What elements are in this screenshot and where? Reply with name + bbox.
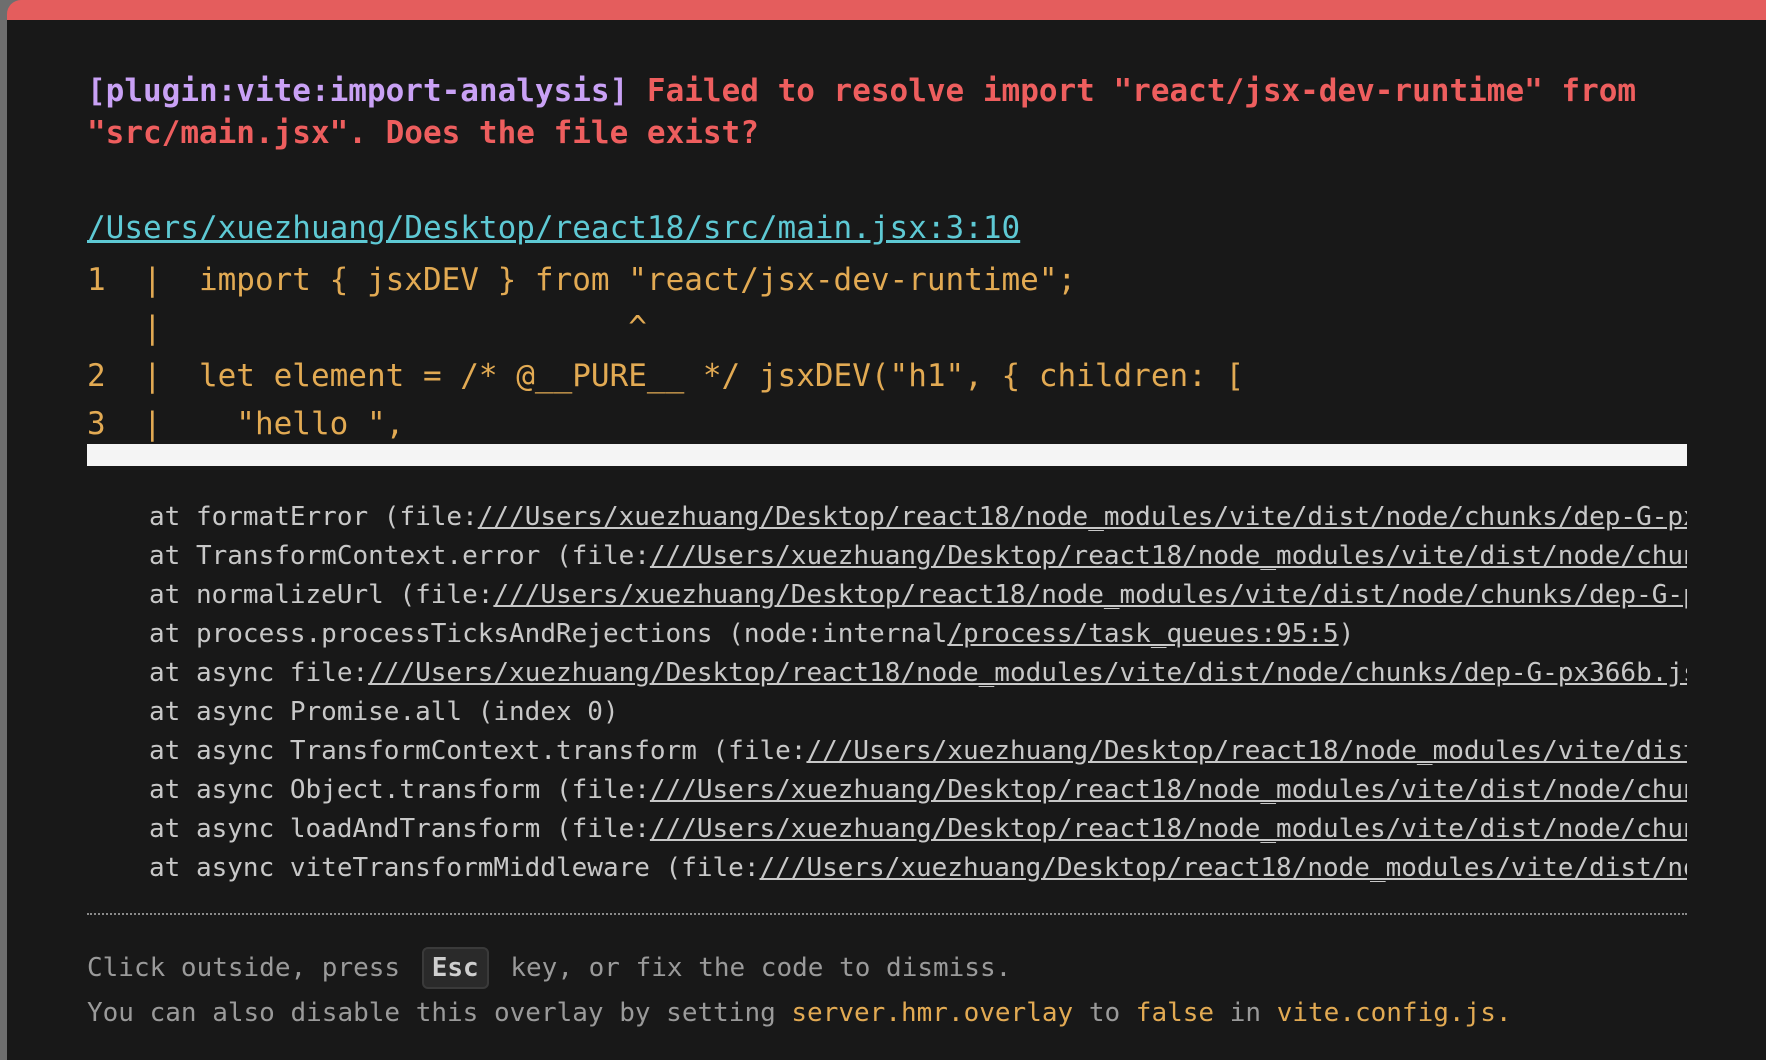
stack-line-text: at formatError (file: — [149, 502, 478, 532]
stack-line: at TransformContext.error (file:///Users… — [87, 537, 1687, 576]
tip-text: to — [1073, 998, 1136, 1028]
config-value-code: false — [1135, 998, 1215, 1028]
stack-line: at async Object.transform (file:///Users… — [87, 771, 1687, 810]
stack-line-text: at normalizeUrl (file: — [149, 580, 494, 610]
esc-key-badge: Esc — [421, 947, 489, 989]
stack-line-link[interactable]: ///Users/xuezhuang/Desktop/react18/node_… — [478, 502, 1687, 532]
stack-line: at normalizeUrl (file:///Users/xuezhuang… — [87, 576, 1687, 615]
stack-line: at async loadAndTransform (file:///Users… — [87, 810, 1687, 849]
stack-line-link[interactable]: ///Users/xuezhuang/Desktop/react18/node_… — [650, 541, 1687, 571]
stack-line-link[interactable]: /process/task_queues:95:5 — [947, 619, 1338, 649]
tip-text: You can also disable this overlay by set… — [87, 998, 792, 1028]
stack-line-text: at async TransformContext.transform (fil… — [149, 736, 807, 766]
tip-text: Click outside, press — [87, 953, 416, 983]
stack-line-text: at async Promise.all (index 0) — [149, 697, 619, 727]
config-option-code: server.hmr.overlay — [791, 998, 1074, 1028]
stack-line: at async file:///Users/xuezhuang/Desktop… — [87, 654, 1687, 693]
stack-line: at formatError (file:///Users/xuezhuang/… — [87, 498, 1687, 537]
stack-trace: at formatError (file:///Users/xuezhuang/… — [87, 498, 1687, 888]
stack-line-link[interactable]: ///Users/xuezhuang/Desktop/react18/node_… — [650, 814, 1687, 844]
error-overlay[interactable]: [plugin:vite:import-analysis] Failed to … — [7, 0, 1766, 1060]
divider — [87, 913, 1687, 915]
code-frame: 1 | import { jsxDEV } from "react/jsx-de… — [87, 256, 1687, 448]
stack-line: at async viteTransformMiddleware (file:/… — [87, 849, 1687, 888]
file-link[interactable]: /Users/xuezhuang/Desktop/react18/src/mai… — [87, 210, 1020, 246]
code-frame-line: | ^ — [87, 310, 647, 346]
overlay-config-tip: You can also disable this overlay by set… — [87, 995, 1512, 1031]
error-message: [plugin:vite:import-analysis] Failed to … — [87, 70, 1687, 154]
stack-line-link[interactable]: ///Users/xuezhuang/Desktop/react18/node_… — [368, 658, 1687, 688]
tip-period: . — [1495, 998, 1512, 1028]
stack-line-text: at TransformContext.error (file: — [149, 541, 650, 571]
tip-text: key, or fix the code to dismiss. — [494, 953, 1012, 983]
stack-line-link[interactable]: ///Users/xuezhuang/Desktop/react18/node_… — [493, 580, 1687, 610]
code-frame-line: 3 | "hello ", — [87, 406, 405, 442]
code-frame-line: 2 | let element = /* @__PURE__ */ jsxDEV… — [87, 358, 1245, 394]
horizontal-scrollbar[interactable] — [87, 444, 1687, 466]
config-file-code: vite.config.js — [1276, 998, 1496, 1028]
stack-line-link[interactable]: ///Users/xuezhuang/Desktop/react18/node_… — [650, 775, 1687, 805]
dismiss-tip: Click outside, press Esc key, or fix the… — [87, 947, 1011, 989]
stack-line: at process.processTicksAndRejections (no… — [87, 615, 1687, 654]
stack-line: at async Promise.all (index 0) — [87, 693, 1687, 732]
stack-line-text: at async loadAndTransform (file: — [149, 814, 650, 844]
stack-line-text: at async viteTransformMiddleware (file: — [149, 853, 760, 883]
stack-line-suffix: ) — [1338, 619, 1355, 649]
stack-line-link[interactable]: ///Users/xuezhuang/Desktop/react18/node_… — [759, 853, 1687, 883]
stack-line: at async TransformContext.transform (fil… — [87, 732, 1687, 771]
stack-line-text: at async file: — [149, 658, 369, 688]
stack-line-text: at process.processTicksAndRejections (no… — [149, 619, 948, 649]
stack-line-link[interactable]: ///Users/xuezhuang/Desktop/react18/node_… — [806, 736, 1687, 766]
tip-text: in — [1214, 998, 1277, 1028]
stack-line-text: at async Object.transform (file: — [149, 775, 650, 805]
code-frame-line: 1 | import { jsxDEV } from "react/jsx-de… — [87, 262, 1077, 298]
plugin-label: [plugin:vite:import-analysis] — [87, 73, 629, 109]
